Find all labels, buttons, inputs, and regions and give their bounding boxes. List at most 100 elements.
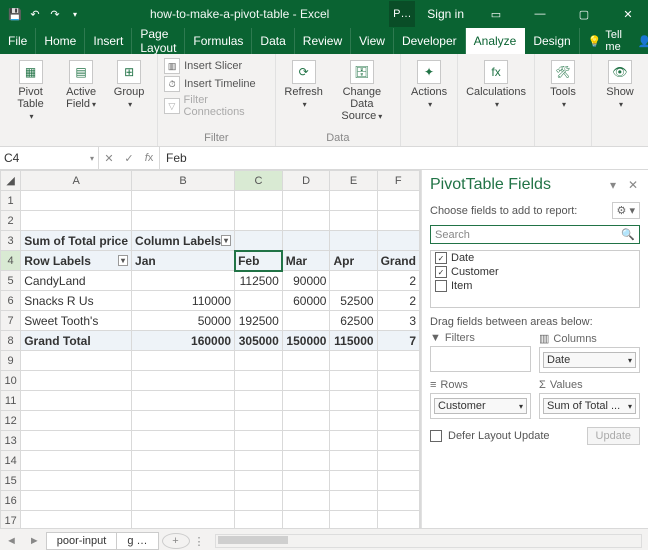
add-sheet-button[interactable]: + [162, 533, 190, 549]
datasource-icon: 🗄 [350, 60, 374, 84]
sheet-more-icon[interactable]: ⋮ [190, 535, 209, 548]
sheet-nav-next-icon[interactable]: ► [23, 535, 46, 547]
save-icon[interactable]: 💾 [8, 7, 22, 21]
row-6[interactable]: 6 [1, 291, 21, 311]
field-item[interactable]: Item [431, 279, 639, 293]
pivottable-button[interactable]: ▦Pivot​Table [6, 58, 55, 124]
field-search[interactable]: Search 🔍 [430, 225, 640, 244]
row-3[interactable]: 3 [1, 231, 21, 251]
tools-button[interactable]: 🛠Tools [541, 58, 585, 112]
filter-conn-icon: ▽ [164, 98, 179, 114]
col-C[interactable]: C [235, 171, 283, 191]
redo-icon[interactable]: ↷ [48, 7, 62, 21]
col-F[interactable]: F [377, 171, 419, 191]
row-8[interactable]: 8 [1, 331, 21, 351]
row-1[interactable]: 1 [1, 191, 21, 211]
insert-timeline-button[interactable]: ⏱Insert Timeline [164, 76, 269, 92]
cell-A3[interactable]: Sum of Total price [21, 231, 132, 251]
tab-review[interactable]: Review [295, 28, 351, 54]
sheet-tab-2[interactable]: g … [116, 532, 158, 550]
qat-more-icon[interactable]: ▾ [68, 7, 82, 21]
horizontal-scrollbar[interactable] [215, 534, 642, 548]
cell-C4[interactable]: Feb [235, 251, 283, 271]
filters-area[interactable] [430, 346, 531, 372]
tab-page-layout[interactable]: Page Layout [132, 28, 185, 54]
cell-B4[interactable]: Jan [132, 251, 235, 271]
tab-view[interactable]: View [351, 28, 394, 54]
tab-data[interactable]: Data [252, 28, 294, 54]
tab-file[interactable]: File [0, 28, 36, 54]
field-date[interactable]: ✓Date [431, 251, 639, 265]
sheet-nav-prev-icon[interactable]: ◄ [0, 535, 23, 547]
actions-button[interactable]: ✦Actions [407, 58, 451, 112]
tab-insert[interactable]: Insert [85, 28, 132, 54]
cell-F4[interactable]: Grand [377, 251, 419, 271]
row-4[interactable]: 4 [1, 251, 21, 271]
show-button[interactable]: 👁Show [598, 58, 642, 112]
formula-bar[interactable]: Feb [160, 147, 648, 169]
fx-icon[interactable]: fx [139, 152, 159, 164]
defer-checkbox[interactable] [430, 430, 442, 442]
tab-home[interactable]: Home [36, 28, 85, 54]
change-data-source-button[interactable]: 🗄Change DataSource [330, 58, 394, 124]
col-D[interactable]: D [282, 171, 330, 191]
defer-label: Defer Layout Update [448, 430, 550, 442]
cell-A4[interactable]: Row Labels▾ [21, 251, 132, 271]
rows-icon: ≡ [430, 379, 436, 391]
accept-formula-icon[interactable]: ✓ [119, 152, 139, 165]
name-box[interactable]: C4▾ [0, 147, 99, 169]
refresh-icon: ⟳ [292, 60, 316, 84]
cell-E4[interactable]: Apr [330, 251, 377, 271]
col-labels-dropdown-icon[interactable]: ▾ [221, 235, 231, 246]
undo-icon[interactable]: ↶ [28, 7, 42, 21]
columns-icon: ▥ [539, 332, 549, 345]
tab-developer[interactable]: Developer [394, 28, 466, 54]
sheet-tab-1[interactable]: poor-input [46, 532, 118, 550]
pane-subtitle: Choose fields to add to report: [430, 205, 577, 217]
ribbon-group-data: Data [282, 132, 394, 144]
filter-connections-button: ▽Filter Connections [164, 94, 269, 118]
maximize-button[interactable]: ▢ [564, 1, 604, 27]
row-7[interactable]: 7 [1, 311, 21, 331]
timeline-icon: ⏱ [164, 76, 180, 92]
row-2[interactable]: 2 [1, 211, 21, 231]
minimize-button[interactable]: — [520, 1, 560, 27]
share-button[interactable]: 👤Share [630, 28, 648, 54]
pane-close-icon[interactable]: ✕ [626, 178, 640, 192]
cell-A5[interactable]: CandyLand [21, 271, 132, 291]
ribbon-options-icon[interactable]: ▭ [476, 1, 516, 27]
tab-design[interactable]: Design [525, 28, 579, 54]
group-button[interactable]: ⊞Group [107, 58, 151, 124]
signin-link[interactable]: Sign in [419, 7, 472, 21]
col-B[interactable]: B [132, 171, 235, 191]
insert-slicer-button[interactable]: ▥Insert Slicer [164, 58, 269, 74]
row-5[interactable]: 5 [1, 271, 21, 291]
cancel-formula-icon[interactable]: ✕ [99, 152, 119, 165]
tell-me[interactable]: 💡Tell me [580, 28, 630, 54]
cell-D4[interactable]: Mar [282, 251, 330, 271]
close-button[interactable]: ✕ [608, 1, 648, 27]
calculations-button[interactable]: fxCalculations [464, 58, 528, 112]
cell-B3[interactable]: Column Labels▾ [132, 231, 235, 251]
group-icon: ⊞ [117, 60, 141, 84]
pane-dropdown-icon[interactable]: ▾ [606, 178, 620, 192]
field-customer[interactable]: ✓Customer [431, 265, 639, 279]
rows-area[interactable]: Customer▾ [430, 393, 531, 419]
select-all[interactable]: ◢ [1, 171, 21, 191]
tab-analyze[interactable]: Analyze [466, 28, 526, 54]
row-labels-dropdown-icon[interactable]: ▾ [118, 255, 128, 266]
tab-formulas[interactable]: Formulas [185, 28, 252, 54]
paused-icon[interactable]: P… [389, 1, 415, 27]
field-list[interactable]: ✓Date ✓Customer Item [430, 250, 640, 308]
refresh-button[interactable]: ⟳Refresh [282, 58, 326, 124]
calc-icon: fx [484, 60, 508, 84]
slicer-icon: ▥ [164, 58, 180, 74]
share-icon: 👤 [638, 35, 648, 48]
col-A[interactable]: A [21, 171, 132, 191]
gear-icon[interactable]: ⚙ ▾ [612, 202, 640, 219]
columns-area[interactable]: Date▾ [539, 347, 640, 373]
values-area[interactable]: Sum of Total ...▾ [539, 393, 640, 419]
active-field-button[interactable]: ▤ActiveField [59, 58, 103, 124]
col-E[interactable]: E [330, 171, 377, 191]
pivottable-icon: ▦ [19, 60, 43, 84]
